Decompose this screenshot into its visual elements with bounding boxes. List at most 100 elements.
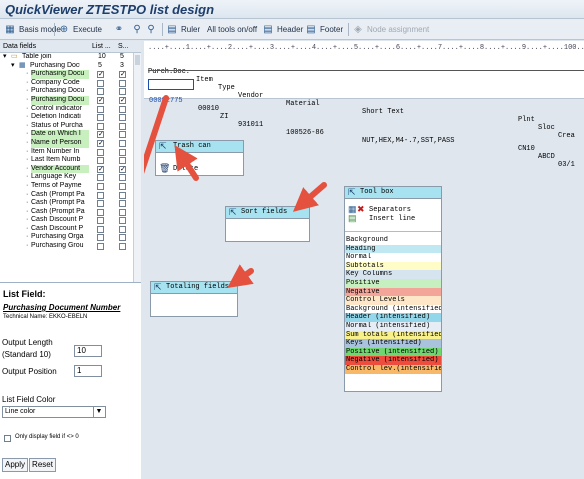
selection-checkbox[interactable] — [119, 148, 126, 156]
execute-button[interactable]: ⊕ Execute — [58, 22, 102, 37]
tree-item[interactable]: · Language Key — [0, 173, 133, 182]
list-checkbox[interactable] — [97, 234, 104, 242]
ruler-button[interactable]: ▤ Ruler — [166, 22, 200, 37]
list-checkbox[interactable] — [97, 182, 104, 190]
field-color-select[interactable]: Line color ▼ — [2, 406, 106, 418]
footer-button[interactable]: ▤ Footer — [305, 22, 343, 37]
reset-button[interactable]: Reset — [29, 458, 56, 472]
header-material[interactable]: Material — [286, 100, 320, 108]
tree-item[interactable]: · Company Code — [0, 79, 133, 88]
list-checkbox[interactable]: ✓ — [97, 131, 104, 139]
selection-checkbox[interactable] — [119, 191, 126, 199]
selection-checkbox[interactable] — [119, 122, 126, 130]
tree-item[interactable]: · Control indicator — [0, 105, 133, 114]
list-checkbox[interactable] — [97, 243, 104, 251]
selection-checkbox[interactable] — [119, 131, 126, 139]
column-header-list[interactable]: List ... — [92, 43, 111, 50]
selection-checkbox[interactable] — [119, 225, 126, 233]
tree-node-table-join[interactable]: ▾ ▭ Table join 10 5 — [0, 53, 133, 62]
tree-node-purchasing-docu[interactable]: ▾ ▦ Purchasing Docu 5 3 — [0, 62, 133, 71]
cell-plnt[interactable]: CN10 — [518, 145, 535, 153]
find-next-button[interactable]: ⚲ — [145, 22, 160, 37]
header-cre[interactable]: Crea — [558, 132, 575, 140]
insert-line-label[interactable]: Insert line — [369, 215, 415, 223]
tree-item[interactable]: · Purchasing Grou — [0, 242, 133, 251]
selection-checkbox[interactable] — [119, 157, 126, 165]
list-checkbox[interactable] — [97, 105, 104, 113]
cell-item[interactable]: 00010 — [198, 105, 219, 113]
list-checkbox[interactable] — [97, 200, 104, 208]
selection-checkbox[interactable] — [119, 182, 126, 190]
selection-checkbox[interactable] — [119, 208, 126, 216]
delete-label[interactable]: Delete — [173, 165, 198, 173]
selection-checkbox[interactable] — [119, 79, 126, 87]
all-tools-button[interactable]: All tools on/off — [207, 22, 257, 37]
tree-item[interactable]: · Purchasing Docu ✓ ✓ — [0, 95, 133, 105]
tree-item[interactable]: · Item Number In — [0, 148, 133, 157]
tree-item[interactable]: · Cash (Prompt Pa — [0, 191, 133, 200]
tree-item[interactable]: · Name of Person ✓ — [0, 138, 133, 148]
output-position-input[interactable]: 1 — [74, 365, 102, 377]
cell-type[interactable]: ZI — [220, 113, 228, 121]
selection-checkbox[interactable]: ✓ — [119, 71, 126, 79]
expand-icon[interactable]: ▾ — [3, 53, 7, 62]
selection-checkbox[interactable] — [119, 114, 126, 122]
list-checkbox[interactable] — [97, 157, 104, 165]
selection-checkbox[interactable] — [119, 217, 126, 225]
list-checkbox[interactable]: ✓ — [97, 71, 104, 79]
cell-material[interactable]: 100526-86 — [286, 129, 324, 137]
color-option[interactable]: Normal (intensified) — [345, 321, 441, 331]
apply-button[interactable]: Apply — [2, 458, 28, 472]
selection-checkbox[interactable] — [119, 174, 126, 182]
node-assignment-button[interactable]: ◈ Node assignment — [352, 22, 429, 37]
column-header-data-fields[interactable]: Data fields — [3, 43, 36, 50]
list-checkbox[interactable] — [97, 208, 104, 216]
separators-label[interactable]: Separators — [369, 206, 411, 214]
scroll-thumb[interactable] — [135, 55, 140, 65]
sort-fields-box[interactable]: ⇱ Sort fields — [225, 206, 310, 242]
color-option[interactable]: Background (intensified) — [345, 304, 441, 314]
tree-item[interactable]: · Cash Discount P — [0, 225, 133, 234]
tree-item[interactable]: · Purchasing Docu — [0, 87, 133, 96]
find-button[interactable]: ⚲ — [131, 22, 146, 37]
selection-checkbox[interactable] — [119, 234, 126, 242]
basis-mode-button[interactable]: ▦ Basis mode — [4, 22, 61, 37]
list-checkbox[interactable] — [97, 174, 104, 182]
color-option[interactable]: Keys (intensified) — [345, 339, 441, 348]
color-option[interactable]: Negative (intensified) — [345, 356, 441, 365]
list-checkbox[interactable]: ✓ — [97, 165, 104, 173]
color-option[interactable]: Control lev.(intensified) — [345, 364, 441, 374]
selection-checkbox[interactable]: ✓ — [119, 96, 126, 104]
cell-cre[interactable]: 03/1 — [558, 161, 575, 169]
cell-vendor[interactable]: 931011 — [238, 121, 263, 129]
tree-item[interactable]: · Cash (Prompt Pa — [0, 208, 133, 217]
list-checkbox[interactable]: ✓ — [97, 96, 104, 104]
color-option[interactable]: Negative — [345, 287, 441, 297]
color-option[interactable]: Background — [345, 236, 441, 245]
color-option[interactable]: Subtotals — [345, 261, 441, 271]
color-option[interactable]: Control Levels — [345, 296, 441, 305]
tree-item[interactable]: · Cash (Prompt Pa — [0, 199, 133, 208]
color-option[interactable]: Positive — [345, 278, 441, 288]
trash-can-box[interactable]: ⇱ Trash can 🗑 Delete — [155, 140, 244, 176]
color-option[interactable]: Positive (intensified) — [345, 347, 441, 357]
totaling-fields-box[interactable]: ⇱ Totaling fields — [150, 281, 238, 317]
tree-item[interactable]: · Last Item Numb — [0, 156, 133, 165]
glasses-button[interactable]: ⚭ — [113, 22, 128, 37]
list-checkbox[interactable] — [97, 114, 104, 122]
header-type[interactable]: Type — [218, 84, 235, 92]
color-option[interactable]: Header (intensified) — [345, 313, 441, 322]
list-checkbox[interactable] — [97, 79, 104, 87]
tree-vertical-scrollbar[interactable] — [133, 53, 141, 308]
tree-item[interactable]: · Terms of Payme — [0, 182, 133, 191]
header-item[interactable]: Item — [196, 76, 213, 84]
expand-icon[interactable]: ▾ — [11, 62, 15, 71]
output-length-input[interactable]: 10 — [74, 345, 102, 357]
color-option[interactable]: Normal — [345, 253, 441, 262]
color-option[interactable]: Heading — [345, 244, 441, 254]
list-checkbox[interactable] — [97, 88, 104, 96]
header-vendor[interactable]: Vendor — [238, 92, 263, 100]
tree-item[interactable]: · Deletion Indicati — [0, 113, 133, 122]
cell-sloc[interactable]: ABCD — [538, 153, 555, 161]
header-button[interactable]: ▤ Header — [262, 22, 303, 37]
